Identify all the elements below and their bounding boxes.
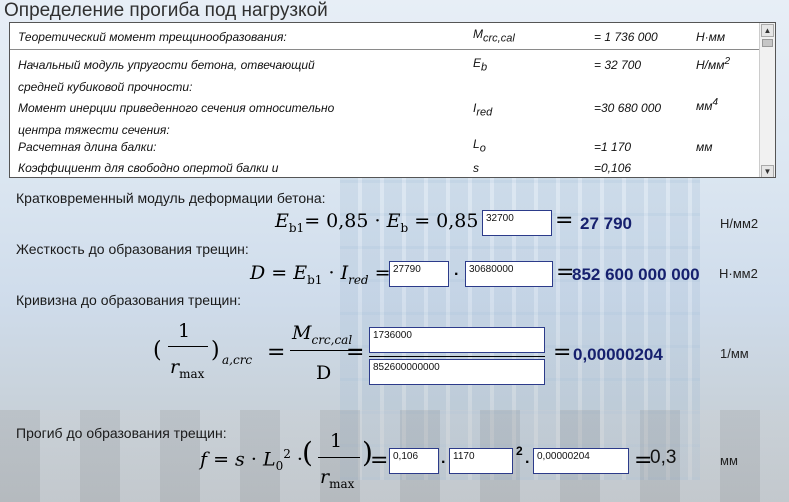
parameters-table: Теоретический момент трещинообразования:… [10,23,760,177]
curvature-r: rmax [170,356,205,381]
deflection-one: 1 [330,430,343,452]
param-label-continued: центра тяжести сечения: [18,123,170,137]
equals-sign: = [555,208,574,233]
curvature-rparen: ) [211,338,220,363]
input-s[interactable]: 0,106 [389,448,439,474]
param-value: =0,106 [594,161,632,175]
curvature-subscript: a,crc [222,353,253,367]
formula-modulus: Eb1= 0,85 · Eb = 0,85 · [275,210,491,235]
equals-sign: = [267,340,286,365]
section-heading-deflection: Прогиб до образования трещин: [16,425,227,441]
multiply-sign: · [441,454,447,471]
fraction-line [168,346,208,347]
scroll-thumb[interactable] [762,39,773,47]
input-eb[interactable]: 32700 [482,210,552,236]
parameters-panel[interactable]: Теоретический момент трещинообразования:… [9,22,776,178]
equals-sign: = [553,340,572,365]
param-label: Момент инерции приведенного сечения отно… [18,101,335,115]
param-value: =1 170 [594,140,632,154]
unit-d: Н·мм2 [719,266,758,281]
result-deflection: 0,3 [650,447,677,468]
equals-sign: = [346,340,365,365]
scroll-up-button[interactable]: ▲ [761,24,774,37]
curvature-lparen: ( [153,338,162,363]
input-l0[interactable]: 1170 [449,448,513,474]
row-divider [10,49,760,50]
formula-stiffness: D = Eb1 · Ired = [250,262,391,287]
section-heading-modulus: Кратковременный модуль деформации бетона… [16,190,326,206]
input-d[interactable]: 852600000000 [369,359,545,385]
param-symbol: Ired [473,101,493,119]
input-mcrc[interactable]: 1736000 [369,327,545,353]
param-label: Коэффициент для свободно опертой балки и [18,161,279,175]
param-label: Теоретический момент трещинообразования: [18,30,287,44]
param-value: = 1 736 000 [594,30,658,44]
curvature-one: 1 [178,320,191,342]
equals-sign: = [370,448,389,473]
multiply-sign: · [525,454,531,471]
result-curvature: 0,00000204 [573,345,663,364]
result-eb1: 27 790 [580,214,632,233]
unit-eb1: Н/мм2 [720,216,759,231]
curvature-numerator: Mcrc,cal [292,322,353,347]
param-unit: мм4 [696,97,719,113]
param-symbol: Eb [473,56,488,74]
square-exponent: 2 [516,444,523,458]
param-value: =30 680 000 [594,101,662,115]
fraction-line [369,356,545,357]
param-symbol: s [473,161,479,175]
input-curvature[interactable]: 0,00000204 [533,448,629,474]
multiply-sign: · [454,266,460,283]
curvature-denominator: D [316,362,332,384]
param-symbol: Lo [473,137,486,155]
param-unit: Н·мм [696,30,726,44]
result-d: 852 600 000 000 [572,265,700,284]
vertical-scrollbar[interactable]: ▲ ▼ [759,23,775,177]
param-label: Расчетная длина балки: [18,140,157,154]
page-title: Определение прогиба под нагрузкой [4,0,328,21]
input-eb1[interactable]: 27790 [389,261,449,287]
unit-deflection: мм [720,453,738,468]
param-value: = 32 700 [594,58,642,72]
unit-curvature: 1/мм [720,346,749,361]
section-heading-stiffness: Жесткость до образования трещин: [16,241,249,257]
param-symbol: Mcrc,cal [473,27,515,45]
param-unit: мм [696,140,713,154]
param-label: Начальный модуль упругости бетона, отвеч… [18,58,315,72]
fraction-line [318,457,360,458]
section-heading-curvature: Кривизна до образования трещин: [16,292,241,308]
deflection-r: rmax [320,466,355,491]
scroll-down-button[interactable]: ▼ [761,165,774,177]
param-unit: Н/мм2 [696,56,731,72]
param-label-continued: средней кубиковой прочности: [18,80,193,94]
input-ired[interactable]: 30680000 [465,261,553,287]
formula-deflection: f = s · L02 · [200,447,303,474]
deflection-lparen: ( [302,436,313,469]
